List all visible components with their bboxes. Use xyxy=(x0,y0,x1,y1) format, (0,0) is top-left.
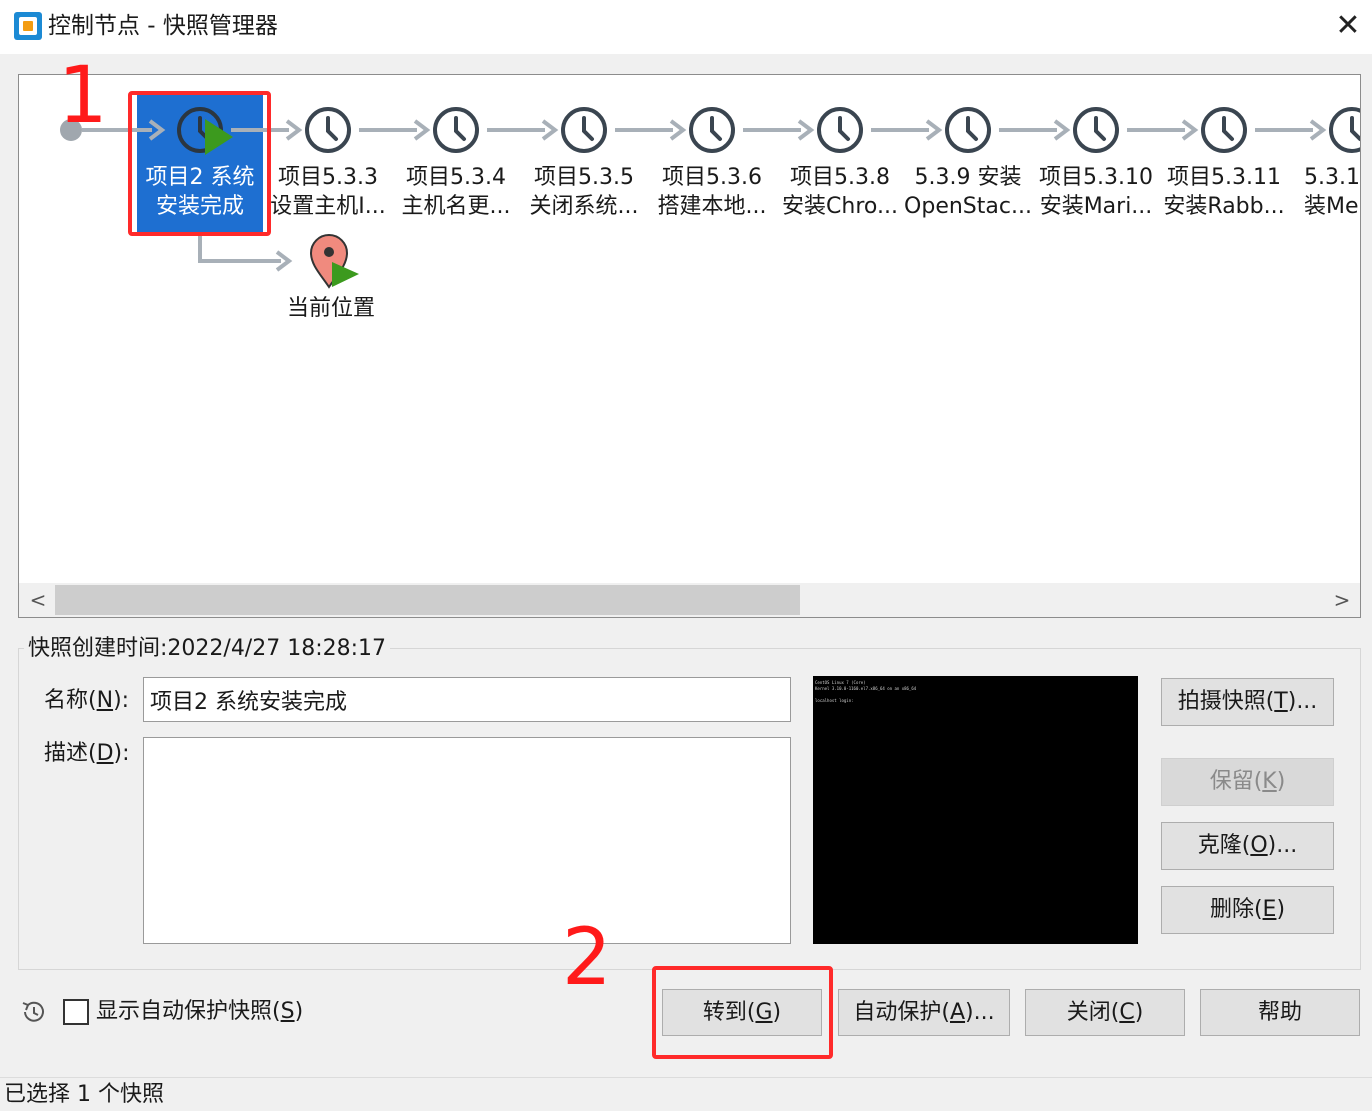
clock-hand xyxy=(454,116,466,141)
snapshot-node-label[interactable]: 5.3.12装Mem xyxy=(1288,163,1360,221)
current-location-label[interactable]: 当前位置 xyxy=(271,294,391,324)
snapshot-created-time: 快照创建时间:2022/4/27 18:28:17 xyxy=(24,634,391,664)
history-clock-icon xyxy=(22,1001,44,1022)
snapshot-node-label[interactable]: 项目5.3.4 主机名更... xyxy=(392,163,520,221)
close-window-icon[interactable]: ✕ xyxy=(1330,8,1366,44)
take-snapshot-button[interactable]: 拍摄快照(T)... xyxy=(1161,678,1334,726)
clock-hand xyxy=(966,116,978,141)
clock-hand xyxy=(1094,116,1106,141)
annotation-step-2: 2 xyxy=(562,913,612,1003)
scroll-right-arrow[interactable]: > xyxy=(1329,585,1355,615)
location-pin-dot xyxy=(324,247,334,257)
thumbnail-console-line: CentOS Linux 7 (Core) xyxy=(815,680,866,685)
scrollbar-thumb[interactable] xyxy=(55,585,800,615)
scroll-left-arrow[interactable]: < xyxy=(25,585,51,615)
clone-button[interactable]: 克隆(O)... xyxy=(1161,822,1334,870)
autoprotect-button[interactable]: 自动保护(A)... xyxy=(838,989,1010,1036)
description-label: 描述(D): xyxy=(44,741,130,766)
thumbnail-console-line: localhost login: xyxy=(815,698,854,703)
clock-hand xyxy=(326,116,338,141)
current-play-badge-icon xyxy=(332,262,359,287)
clock-icon xyxy=(1329,107,1360,153)
delete-button[interactable]: 删除(E) xyxy=(1161,886,1334,934)
clock-hand xyxy=(1222,116,1234,141)
status-bar: 已选择 1 个快照 xyxy=(0,1077,1372,1111)
show-autoprotect-checkbox[interactable] xyxy=(63,999,89,1025)
clock-hand xyxy=(1350,116,1360,141)
name-label: 名称(N): xyxy=(44,688,130,713)
thumbnail-console-line: Kernel 3.10.0-1160.el7.x86_64 on an x86_… xyxy=(815,686,917,691)
vmware-app-icon xyxy=(14,12,42,40)
snapshot-node-label[interactable]: 项目5.3.10 安装Mari... xyxy=(1032,163,1160,221)
keep-button[interactable]: 保留(K) xyxy=(1161,758,1334,806)
help-button[interactable]: 帮助 xyxy=(1200,989,1360,1036)
snapshot-node-label[interactable]: 项目5.3.3 设置主机I... xyxy=(264,163,392,221)
annotation-box-selected-snapshot xyxy=(128,91,271,236)
branch-connector xyxy=(198,232,281,263)
snapshot-description-input[interactable] xyxy=(143,737,791,944)
status-text: 已选择 1 个快照 xyxy=(4,1082,164,1107)
annotation-box-goto-button xyxy=(652,966,833,1059)
snapshot-node-label[interactable]: 项目5.3.6 搭建本地... xyxy=(648,163,776,221)
snapshot-name-input[interactable] xyxy=(143,677,791,722)
snapshot-thumbnail: CentOS Linux 7 (Core) Kernel 3.10.0-1160… xyxy=(813,676,1138,944)
horizontal-scrollbar[interactable]: < > xyxy=(19,583,1360,617)
close-button[interactable]: 关闭(C) xyxy=(1025,989,1185,1036)
clock-hand xyxy=(710,116,722,141)
snapshot-node-label[interactable]: 5.3.9 安装 OpenStac... xyxy=(904,163,1032,221)
window-title: 控制节点 - 快照管理器 xyxy=(48,13,278,39)
snapshot-node-label[interactable]: 项目5.3.5 关闭系统... xyxy=(520,163,648,221)
show-autoprotect-label[interactable]: 显示自动保护快照(S) xyxy=(96,997,303,1027)
annotation-step-1: 1 xyxy=(58,51,108,141)
clock-hand xyxy=(838,116,850,141)
snapshot-node-label[interactable]: 项目5.3.11 安装Rabb... xyxy=(1160,163,1288,221)
clock-hand xyxy=(582,116,594,141)
snapshot-node-label[interactable]: 项目5.3.8 安装Chro... xyxy=(776,163,904,221)
